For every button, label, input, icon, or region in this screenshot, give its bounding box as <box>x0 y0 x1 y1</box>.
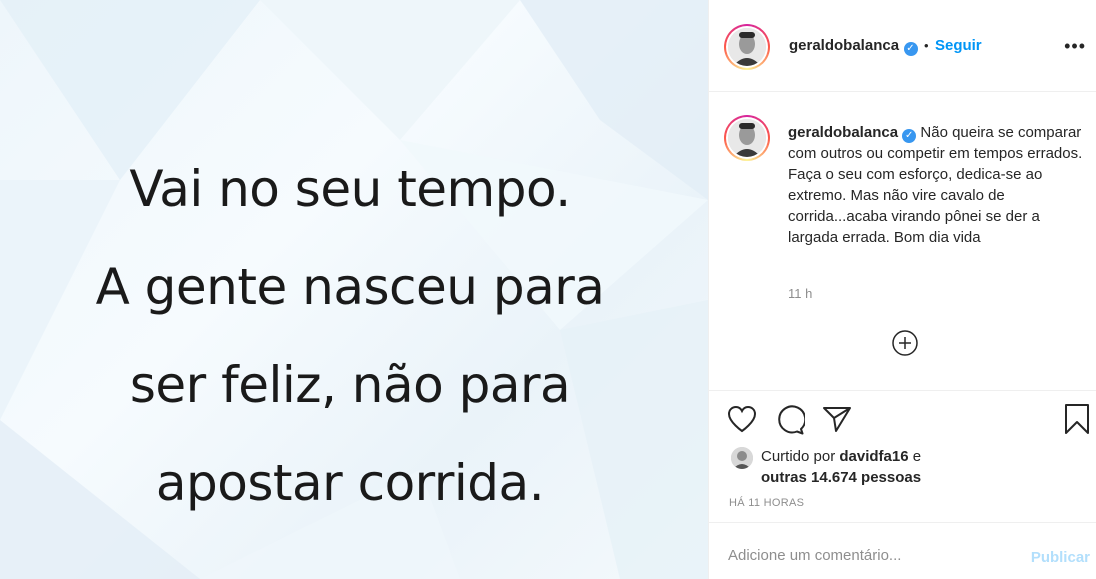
post-image[interactable]: Vai no seu tempo. A gente nasceu para se… <box>0 0 708 579</box>
caption: geraldobalanca ✓ Não queira se comparar … <box>788 122 1088 248</box>
post-quote-text: Vai no seu tempo. A gente nasceu para se… <box>0 140 700 532</box>
liked-by-prefix: Curtido por <box>761 448 836 465</box>
comment-icon[interactable] <box>775 405 805 435</box>
liker-avatar[interactable] <box>731 447 753 469</box>
quote-line: apostar corrida. <box>155 454 545 512</box>
comment-bar: Publicar <box>709 522 1096 579</box>
caption-time[interactable]: 11 h <box>788 286 812 301</box>
quote-line: ser feliz, não para <box>129 356 571 414</box>
caption-body: Não queira se comparar com outros ou com… <box>788 124 1083 246</box>
share-icon[interactable] <box>822 405 852 433</box>
liked-by-and: e <box>912 448 922 465</box>
verified-badge-icon: ✓ <box>902 129 917 143</box>
post-side-panel: geraldobalanca ✓ • Seguir ••• geraldobal… <box>709 0 1096 579</box>
header-avatar[interactable] <box>724 24 770 70</box>
heart-icon[interactable] <box>727 405 757 433</box>
avatar-photo <box>728 119 766 157</box>
liked-by-user[interactable]: davidfa16 <box>839 448 908 465</box>
caption-username[interactable]: geraldobalanca <box>788 124 898 141</box>
header-user-row: geraldobalanca ✓ • Seguir <box>789 37 982 56</box>
avatar-photo <box>728 28 766 66</box>
more-options-icon[interactable]: ••• <box>1064 36 1086 57</box>
posted-time[interactable]: HÁ 11 HORAS <box>729 497 804 509</box>
bookmark-icon[interactable] <box>1063 403 1091 435</box>
likes-count-link[interactable]: outras 14.674 pessoas <box>761 469 921 486</box>
header-username[interactable]: geraldobalanca <box>789 37 899 54</box>
likes-summary: Curtido por davidfa16 e outras 14.674 pe… <box>761 446 921 488</box>
publish-button[interactable]: Publicar <box>1031 549 1090 566</box>
follow-button[interactable]: Seguir <box>935 37 982 54</box>
avatar-photo <box>731 447 753 469</box>
comment-input[interactable] <box>728 547 1018 564</box>
quote-line: A gente nasceu para <box>95 258 605 316</box>
separator-dot: • <box>923 38 929 53</box>
quote-line: Vai no seu tempo. <box>129 160 571 218</box>
caption-avatar[interactable] <box>724 115 770 161</box>
verified-badge-icon: ✓ <box>903 42 918 56</box>
post-header: geraldobalanca ✓ • Seguir ••• <box>709 0 1096 92</box>
load-more-comments-icon[interactable] <box>891 329 919 357</box>
